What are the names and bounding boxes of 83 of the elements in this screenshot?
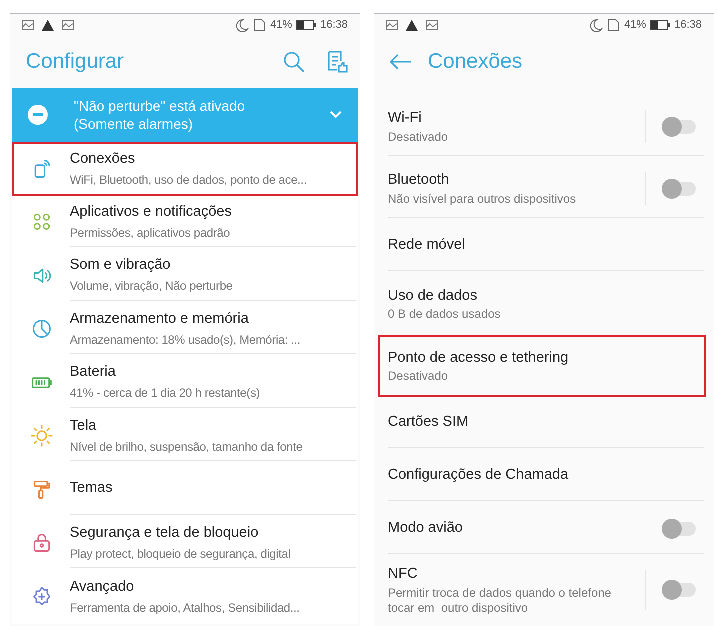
settings-item[interactable]: Rede móvel [378, 220, 706, 273]
settings-item[interactable]: Temas [12, 463, 358, 516]
sim-card-icon [608, 18, 620, 32]
item-subtitle: Não visível para outros dispositivos [388, 192, 578, 207]
item-subtitle: Permissões, aplicativos padrão [70, 224, 232, 242]
moon-icon [590, 18, 604, 32]
screen-title: Configurar [26, 49, 124, 76]
item-subtitle: Armazenamento: 18% usado(s), Memória: ... [70, 332, 302, 349]
gear-icon [31, 586, 53, 608]
settings-item[interactable]: Cartões SIM [378, 397, 706, 450]
banner-title: "Não perturbe" está ativado [74, 97, 246, 115]
image-icon [62, 20, 74, 30]
battery-percentage: 41% [624, 18, 646, 33]
item-subtitle: Desativado [388, 130, 450, 145]
settings-item[interactable]: Configurações de Chamada [378, 450, 706, 503]
item-subtitle: 0 B de dados usados [388, 307, 502, 322]
settings-item[interactable]: NFC Permitir troca de dados quando o telefone tocar em outro dispositivo [378, 556, 706, 624]
settings-item[interactable]: Conexões WiFi, Bluetooth, uso de dados, ponto de ace... [12, 142, 358, 196]
item-subtitle: WiFi, Bluetooth, uso de dados, ponto de ace... [70, 172, 308, 189]
settings-item[interactable]: Wi-Fi Desativado [378, 96, 706, 158]
warning-icon [406, 20, 418, 30]
image-icon [22, 20, 34, 30]
item-title: Som e vibração [70, 256, 172, 276]
search-icon[interactable] [282, 50, 306, 74]
item-title: Armazenamento e memória [70, 310, 250, 329]
document-thumbs-up-icon[interactable] [326, 50, 348, 74]
pie-chart-icon [31, 318, 53, 340]
chevron-down-icon[interactable] [330, 111, 342, 119]
toggle-switch[interactable] [662, 120, 696, 134]
battery-percentage: 41% [270, 18, 292, 33]
item-subtitle: Permitir troca de dados quando o telefone tocar em outro dispositivo [388, 586, 612, 616]
item-subtitle: Ferramenta de apoio, Atalhos, Sensibilidad... [70, 600, 301, 617]
settings-item[interactable]: Bateria 41% - cerca de 1 dia 20 h restante(s) [12, 356, 358, 410]
item-title: Bluetooth [388, 171, 450, 190]
back-arrow-icon[interactable] [390, 54, 412, 70]
settings-item[interactable]: Modo avião [378, 503, 706, 556]
item-title: Bateria [70, 363, 117, 382]
toggle-switch[interactable] [662, 583, 696, 597]
lock-icon [31, 532, 53, 554]
settings-item[interactable]: Tela Nível de brilho, suspensão, tamanho da fonte [12, 410, 358, 463]
item-subtitle: Desativado [388, 369, 450, 384]
moon-icon [236, 18, 250, 32]
sim-card-icon [254, 18, 266, 32]
item-title: Temas [70, 479, 114, 498]
item-title: Rede móvel [388, 236, 466, 256]
screen-title: Conexões [428, 49, 523, 76]
warning-icon [42, 20, 54, 30]
item-title: Avançado [70, 578, 136, 597]
battery-icon [296, 20, 316, 30]
settings-item[interactable]: Som e vibração Volume, vibração, Não perturbe [12, 249, 358, 302]
item-title: Segurança e tela de bloqueio [70, 524, 260, 543]
clock-time: 16:38 [320, 18, 348, 33]
image-icon [426, 20, 438, 30]
paint-roller-icon [31, 478, 53, 501]
settings-item[interactable]: Uso de dados 0 B de dados usados [378, 273, 706, 335]
settings-item[interactable]: Ponto de acesso e tethering Desativado [378, 335, 706, 397]
item-title: Aplicativos e notificações [70, 202, 233, 222]
item-title: Conexões [70, 150, 136, 169]
item-subtitle: 41% - cerca de 1 dia 20 h restante(s) [70, 385, 262, 402]
image-icon [386, 20, 398, 30]
item-title: Tela [70, 416, 98, 436]
sun-icon [31, 425, 53, 448]
item-subtitle: Play protect, bloqueio de segurança, digital [70, 546, 292, 563]
banner-subtitle: (Somente alarmes) [74, 115, 194, 133]
item-title: Configurações de Chamada [388, 466, 570, 486]
toggle-switch[interactable] [662, 182, 696, 196]
settings-item[interactable]: Aplicativos e notificações Permissões, aplicativos padrão [12, 196, 358, 249]
settings-item[interactable]: Bluetooth Não visível para outros dispositivos [378, 158, 706, 220]
item-title: NFC [388, 565, 419, 584]
item-title: Uso de dados [388, 286, 478, 306]
minus-circle-icon [28, 105, 48, 125]
item-subtitle: Nível de brilho, suspensão, tamanho da fonte [70, 438, 304, 456]
item-title: Ponto de acesso e tethering [388, 348, 570, 368]
toggle-switch[interactable] [662, 522, 696, 536]
item-title: Wi-Fi [388, 109, 423, 128]
battery-icon [650, 20, 670, 30]
settings-item[interactable]: Avançado Ferramenta de apoio, Atalhos, Sensibilidad... [12, 570, 358, 624]
item-title: Modo avião [388, 519, 464, 538]
item-title: Cartões SIM [388, 413, 470, 432]
settings-item[interactable]: Armazenamento e memória Armazenamento: 18% usado(s), Memória: ... [12, 302, 358, 356]
clock-time: 16:38 [674, 18, 702, 33]
item-subtitle: Volume, vibração, Não perturbe [70, 278, 234, 296]
settings-item[interactable]: Segurança e tela de bloqueio Play protect, bloqueio de segurança, digital [12, 516, 358, 570]
